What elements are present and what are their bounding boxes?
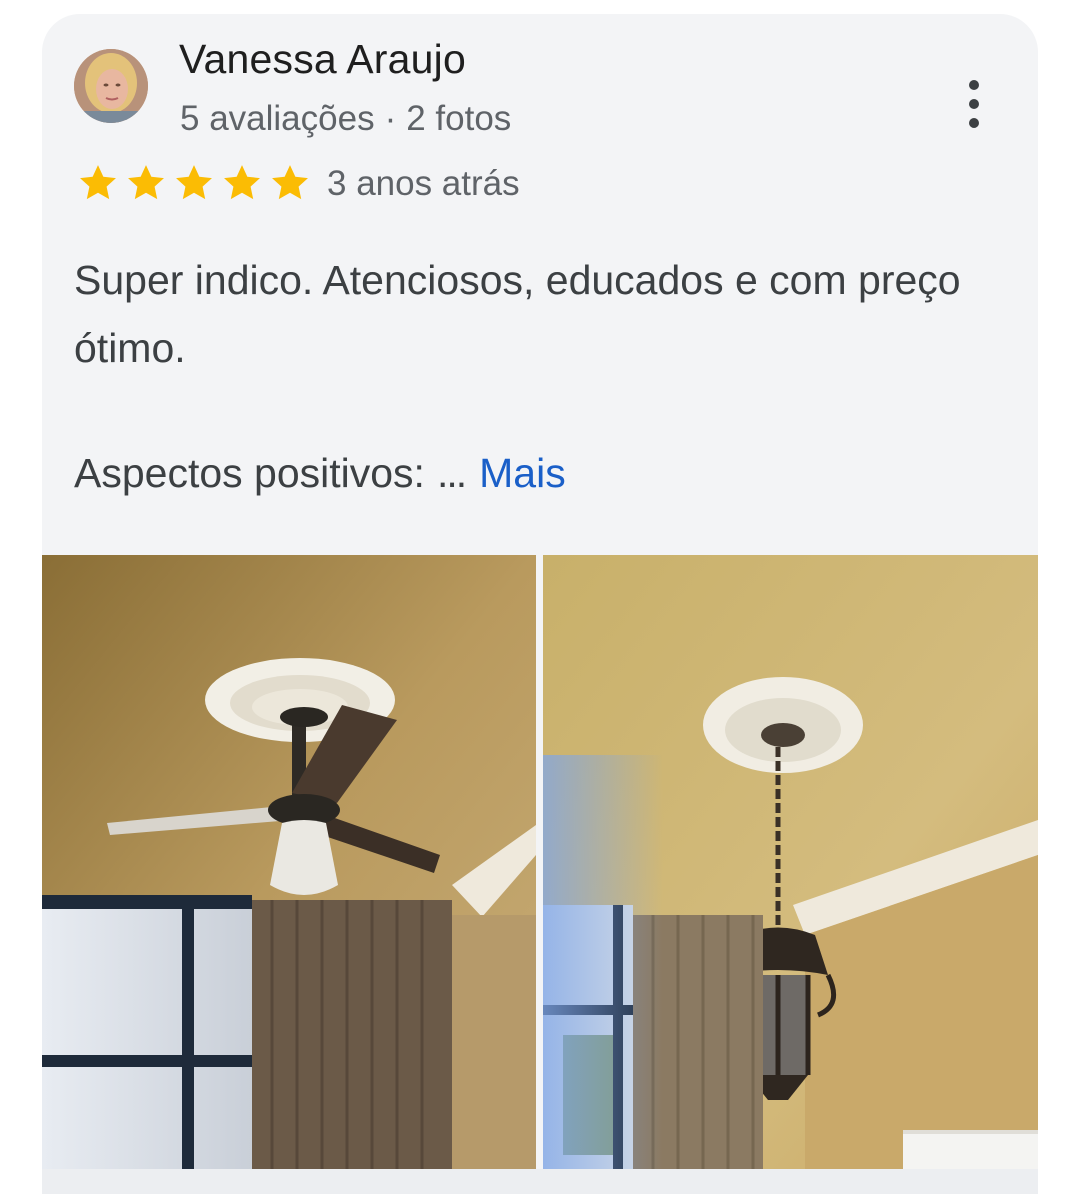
menu-dot (969, 80, 979, 90)
star-icon (176, 165, 212, 200)
menu-dot (969, 118, 979, 128)
review-photo-fan[interactable] (42, 555, 536, 1169)
star-icon (224, 165, 260, 200)
menu-dot (969, 99, 979, 109)
review-card: Vanessa Araujo 5 avaliações · 2 fotos 3 … (42, 14, 1038, 1194)
author-stats: 5 avaliações · 2 fotos (180, 99, 511, 139)
star-rating (74, 162, 314, 204)
aspects-label: Aspectos positivos: (74, 450, 425, 496)
reviews-count: 5 avaliações (180, 99, 375, 138)
meta-separator: · (384, 99, 397, 138)
more-vert-icon[interactable] (952, 76, 996, 132)
more-link[interactable]: Mais (479, 450, 566, 497)
review-photo-lantern[interactable] (543, 555, 1038, 1169)
review-text: Super indico. Atenciosos, educados e com… (74, 257, 961, 371)
author-avatar[interactable] (74, 49, 148, 123)
author-name[interactable]: Vanessa Araujo (179, 36, 466, 83)
truncation-ellipsis: ... (436, 450, 467, 496)
star-icon (128, 165, 164, 200)
review-aspects: Aspectos positivos: ... Mais (74, 450, 566, 497)
card-bottom-edge (42, 1169, 1038, 1194)
star-icon (80, 165, 116, 200)
photos-count: 2 fotos (406, 99, 512, 138)
star-icon (272, 165, 308, 200)
review-time: 3 anos atrás (327, 164, 520, 203)
